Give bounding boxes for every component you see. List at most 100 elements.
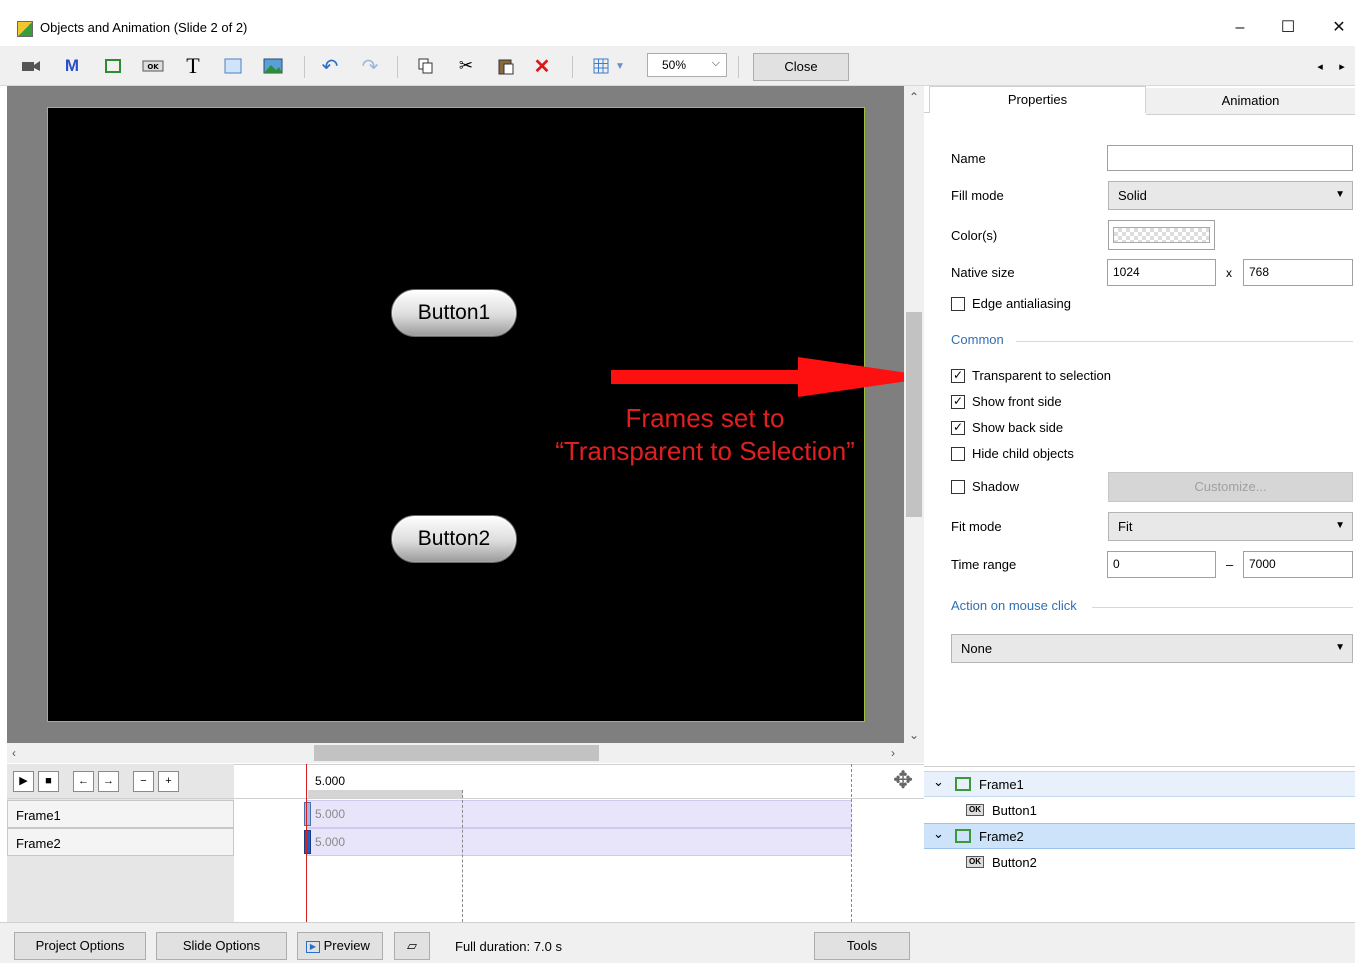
action-section-label: Action on mouse click	[951, 598, 1077, 613]
text-icon[interactable]: T	[179, 52, 207, 80]
window-close-button[interactable]: ✕	[1316, 12, 1355, 44]
rectangle-icon[interactable]	[219, 52, 247, 80]
zoom-out-icon[interactable]: −	[133, 771, 154, 792]
mask-icon[interactable]: M	[58, 52, 86, 80]
fill-mode-value: Solid	[1118, 188, 1147, 203]
slide-options-button[interactable]: Slide Options	[156, 932, 287, 960]
expand-icon[interactable]: ⌄	[933, 826, 944, 842]
maximize-button[interactable]: ☐	[1265, 12, 1311, 44]
paste-icon[interactable]	[492, 52, 520, 80]
preview-label: Preview	[323, 938, 370, 953]
undo-icon[interactable]: ↶	[316, 52, 344, 80]
track-name-frame2[interactable]: Frame2	[7, 828, 234, 856]
common-section-divider	[1016, 341, 1353, 342]
horizontal-scroll-thumb[interactable]	[314, 745, 599, 761]
show-front-side-checkbox[interactable]: ✓	[951, 395, 965, 409]
grid-dropdown-icon[interactable]: ▼	[613, 52, 627, 80]
track-value-frame1: 5.000	[315, 807, 346, 821]
project-options-button[interactable]: Project Options	[14, 932, 146, 960]
transparent-to-selection-checkbox[interactable]: ✓	[951, 369, 965, 383]
grid-icon[interactable]	[587, 52, 615, 80]
hide-child-objects-checkbox[interactable]	[951, 447, 965, 461]
vertical-scroll-thumb[interactable]	[906, 312, 922, 517]
tree-item-frame2[interactable]: ⌄ Frame2	[924, 823, 1355, 849]
tree-item-frame1[interactable]: ⌄ Frame1	[924, 771, 1355, 797]
time-range-start-input[interactable]: 0	[1107, 551, 1216, 578]
action-section-divider	[1092, 607, 1353, 608]
track-bar-frame1[interactable]: 5.000	[304, 800, 852, 828]
preview-icon: ▶	[306, 940, 320, 953]
zoom-in-icon[interactable]: +	[158, 771, 179, 792]
native-size-separator: x	[1226, 266, 1232, 280]
redo-icon[interactable]: ↷	[356, 52, 384, 80]
track-bar-frame2[interactable]: 5.000	[304, 828, 852, 856]
tree-item-button2[interactable]: OK Button2	[924, 849, 1355, 875]
close-button[interactable]: Close	[753, 53, 849, 81]
edge-antialiasing-checkbox[interactable]	[951, 297, 965, 311]
transparent-to-selection-label: Transparent to selection	[972, 368, 1111, 383]
chevron-down-icon: ⌵	[711, 57, 720, 69]
fill-mode-select[interactable]: Solid ▼	[1108, 181, 1353, 210]
button-icon[interactable]: OK	[139, 52, 167, 80]
camera-icon[interactable]	[17, 52, 45, 80]
show-back-side-checkbox[interactable]: ✓	[951, 421, 965, 435]
customize-button[interactable]: Customize...	[1108, 472, 1353, 502]
annotation-text: Frames set to “Transparent to Selection”	[540, 402, 870, 468]
timeline-ruler-bar	[308, 790, 463, 798]
tree-item-label: Frame1	[979, 777, 1024, 792]
copy-icon[interactable]	[412, 52, 440, 80]
svg-text:OK: OK	[147, 63, 159, 71]
dropdown-arrow-icon: ▼	[1335, 520, 1345, 531]
timeline-playhead[interactable]	[306, 764, 307, 922]
cut-icon[interactable]: ✂	[452, 52, 480, 80]
scroll-down-icon[interactable]: ⌄	[909, 728, 919, 742]
shadow-checkbox[interactable]	[951, 480, 965, 494]
dropdown-arrow-icon: ▼	[1335, 642, 1345, 653]
annotation-line2: “Transparent to Selection”	[555, 436, 855, 466]
bottom-bar: Project Options Slide Options ▶ Preview …	[0, 922, 1355, 963]
fit-mode-select[interactable]: Fit ▼	[1108, 512, 1353, 541]
scroll-up-icon[interactable]: ⌃	[909, 90, 919, 104]
time-range-dash: –	[1226, 557, 1234, 572]
play-icon[interactable]: ▶	[13, 771, 34, 792]
tab-properties[interactable]: Properties	[929, 86, 1146, 113]
stop-icon[interactable]: ■	[38, 771, 59, 792]
expand-icon[interactable]: ⌄	[933, 774, 944, 790]
timeline-end-marker	[851, 764, 852, 922]
preview-button[interactable]: ▶ Preview	[297, 932, 383, 960]
nav-next-icon[interactable]: ▸	[1328, 52, 1355, 80]
color-swatch[interactable]	[1108, 220, 1215, 250]
action-select[interactable]: None ▼	[951, 634, 1353, 663]
native-width-input[interactable]: 1024	[1107, 259, 1216, 286]
frame-icon	[955, 777, 971, 791]
zoom-select[interactable]: 50% ⌵	[647, 53, 727, 77]
native-size-label: Native size	[951, 265, 1015, 280]
track-name-frame1[interactable]: Frame1	[7, 800, 234, 828]
show-back-side-label: Show back side	[972, 420, 1064, 435]
scroll-left-icon[interactable]: ‹	[12, 746, 16, 760]
annotation-arrow	[611, 357, 936, 397]
step-forward-icon[interactable]: →	[98, 771, 119, 792]
tree-item-button1[interactable]: OK Button1	[924, 797, 1355, 823]
zoom-value: 50%	[662, 58, 687, 72]
minimize-button[interactable]: –	[1217, 12, 1263, 44]
frame-icon[interactable]	[99, 52, 127, 80]
slide-button2[interactable]: Button2	[391, 515, 517, 563]
time-range-label: Time range	[951, 557, 1017, 572]
time-range-end-input[interactable]: 7000	[1243, 551, 1353, 578]
native-height-input[interactable]: 768	[1243, 259, 1353, 286]
full-duration-text: Full duration: 7.0 s	[455, 939, 562, 954]
shadow-label: Shadow	[972, 479, 1019, 494]
move-icon[interactable]: ✥	[888, 766, 918, 796]
tab-animation[interactable]: Animation	[1146, 88, 1355, 115]
slide-button1[interactable]: Button1	[391, 289, 517, 337]
tools-button[interactable]: Tools	[814, 932, 910, 960]
image-icon[interactable]	[259, 52, 287, 80]
publish-icon[interactable]: ▱	[394, 932, 430, 960]
scroll-right-icon[interactable]: ›	[891, 746, 895, 760]
step-back-icon[interactable]: ←	[73, 771, 94, 792]
delete-icon[interactable]: ✕	[528, 52, 556, 80]
toolbar: M OK T ↶ ↷ ✂ ✕ ▼ 50% ⌵ Close ◂ ▸	[0, 46, 1355, 86]
tree-item-label: Frame2	[979, 829, 1024, 844]
name-input[interactable]	[1107, 145, 1353, 171]
